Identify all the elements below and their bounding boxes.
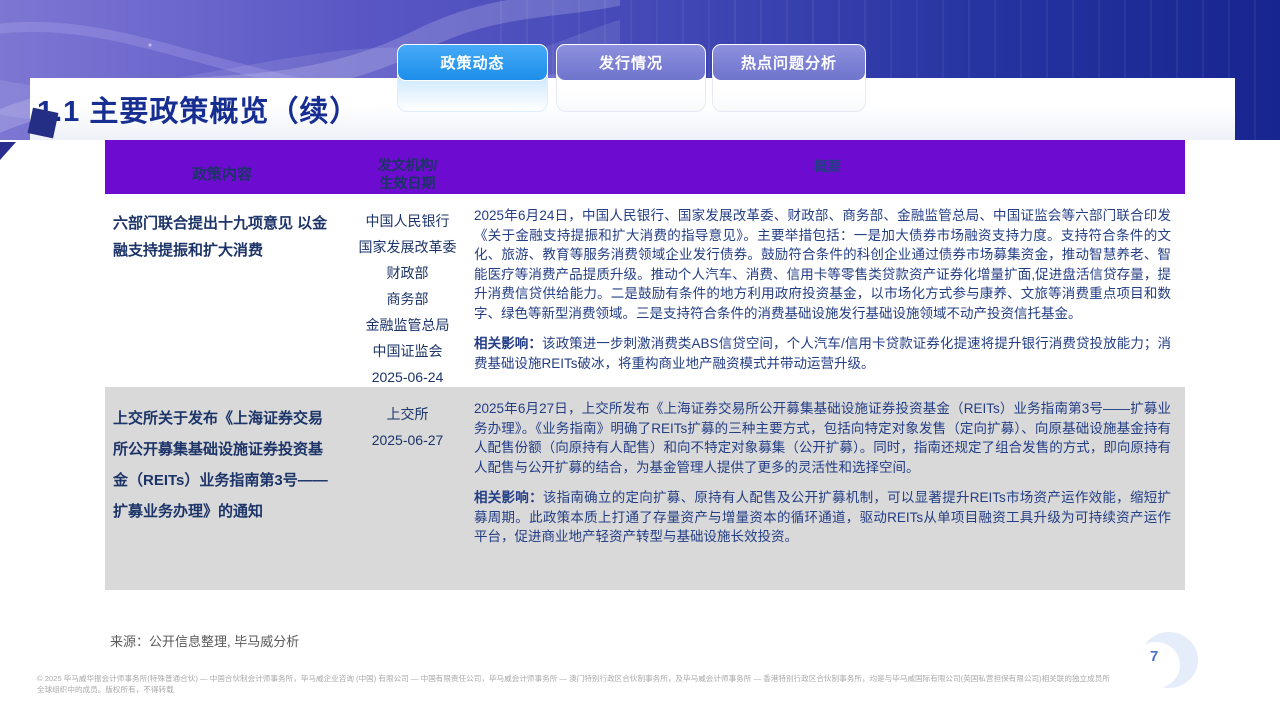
impact-paragraph: 相关影响：该政策进一步刺激消费类ABS信贷空间，个人汽车/信用卡贷款证券化提速将… — [474, 334, 1171, 373]
tab-issuance-status-label: 发行情况 — [599, 52, 663, 73]
impact-label: 相关影响： — [474, 490, 543, 505]
policy-summary: 2025年6月27日，上交所发布《上海证券交易所公开募集基础设施证券投资基金（R… — [470, 387, 1185, 590]
tab-policy-updates[interactable]: 政策动态 — [397, 44, 548, 81]
impact-paragraph: 相关影响：该指南确立的定向扩募、原持有人配售及公开扩募机制，可以显著提升REIT… — [474, 488, 1171, 547]
triangle-decoration — [0, 142, 16, 160]
policy-issuers: 上交所 2025-06-27 — [345, 387, 470, 590]
tab-policy-updates-label: 政策动态 — [440, 52, 504, 73]
page-number: 7 — [1150, 648, 1158, 665]
footer-copyright: © 2025 毕马威华振会计师事务所(特殊普通合伙) — 中国合伙制会计师事务所… — [37, 673, 1112, 695]
impact-label: 相关影响： — [474, 336, 542, 351]
page-title: 1.1 主要政策概览（续） — [37, 88, 359, 130]
policy-issuers: 中国人民银行 国家发展改革委 财政部 商务部 金融监管总局 中国证监会 2025… — [345, 194, 470, 387]
summary-paragraph: 2025年6月24日，中国人民银行、国家发展改革委、财政部、商务部、金融监管总局… — [474, 206, 1171, 323]
policy-summary: 2025年6月24日，中国人民银行、国家发展改革委、财政部、商务部、金融监管总局… — [470, 194, 1185, 387]
table-row: 上交所关于发布《上海证券交易所公开募集基础设施证券投资基金（REITs）业务指南… — [105, 387, 1185, 590]
header-summary: 概要 — [470, 140, 1185, 194]
summary-paragraph: 2025年6月27日，上交所发布《上海证券交易所公开募集基础设施证券投资基金（R… — [474, 399, 1171, 477]
header-issuer-date: 发文机构/ 生效日期 — [345, 140, 470, 194]
tab-issuance-status[interactable]: 发行情况 — [556, 44, 706, 81]
table-header-row: 政策内容 发文机构/ 生效日期 概要 — [105, 140, 1185, 194]
header-policy-content: 政策内容 — [105, 140, 345, 194]
page-number-badge: 7 — [1132, 632, 1202, 692]
table-row: 六部门联合提出十九项意见 以金融支持提振和扩大消费 中国人民银行 国家发展改革委… — [105, 194, 1185, 387]
policy-effective-date: 2025-06-27 — [345, 427, 470, 453]
policy-title: 六部门联合提出十九项意见 以金融支持提振和扩大消费 — [105, 194, 345, 387]
tab-hot-topics-analysis-label: 热点问题分析 — [741, 52, 837, 73]
policy-title: 上交所关于发布《上海证券交易所公开募集基础设施证券投资基金（REITs）业务指南… — [105, 387, 345, 590]
source-note: 来源：公开信息整理, 毕马威分析 — [110, 631, 299, 650]
policy-table: 政策内容 发文机构/ 生效日期 概要 六部门联合提出十九项意见 以金融支持提振和… — [105, 140, 1185, 590]
cube-decoration — [28, 108, 59, 139]
tab-hot-topics-analysis[interactable]: 热点问题分析 — [712, 44, 866, 81]
